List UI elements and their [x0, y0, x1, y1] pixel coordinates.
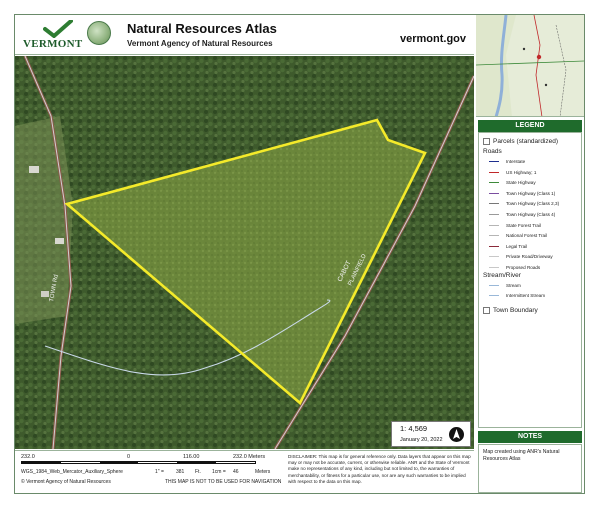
legend-item: State Forest Trail	[489, 223, 541, 228]
legend-item: Stream	[489, 283, 521, 288]
site-link[interactable]: vermont.gov	[400, 33, 466, 45]
projection-label: WGS_1984_Web_Mercator_Auxiliary_Sphere	[21, 469, 123, 475]
legend-item-label: National Forest Trail	[506, 233, 548, 239]
legend-stream-heading: Stream/River	[483, 272, 521, 279]
legend-item-label: Town Highway (Class 4)	[506, 212, 556, 217]
scale-tick: 232.0	[21, 454, 35, 460]
legend-item-label: State Highway	[506, 180, 536, 186]
legend-item: US Highway; 1	[489, 170, 536, 175]
legend: Parcels (standardized) Roads Interstate U…	[478, 132, 582, 428]
legend-title: LEGEND	[478, 120, 582, 132]
logo-text: VERMONT	[23, 38, 83, 50]
navigation-warning: THIS MAP IS NOT TO BE USED FOR NAVIGATIO…	[165, 479, 282, 485]
legend-item: National Forest Trail	[489, 233, 547, 238]
aerial-imagery: TOWN Rd CABOT PLAINFIELD	[15, 56, 474, 449]
legend-item-label: Town Highway (Class 1)	[506, 190, 556, 196]
line-symbol-icon	[489, 295, 499, 296]
checkmark-icon	[43, 20, 73, 38]
locator-map	[476, 15, 584, 117]
scale-tick: 232.0 Meters	[233, 454, 266, 460]
line-symbol-icon	[489, 182, 499, 184]
legend-item: Proposed Roads	[489, 265, 540, 270]
legend-item: Legal Trail	[489, 244, 527, 249]
scale-tick: 0	[127, 454, 131, 460]
legend-parcels: Parcels (standardized)	[483, 138, 558, 145]
legend-item: Private Road/Driveway	[489, 254, 553, 259]
legend-item-label: Private Road/Driveway	[506, 254, 553, 260]
parcel-swatch	[483, 138, 490, 145]
notes-title: NOTES	[478, 431, 582, 443]
agency-seal-icon	[87, 21, 111, 45]
line-symbol-icon	[489, 203, 499, 205]
vermont-logo: VERMONT	[21, 20, 113, 52]
legend-item-label: Stream	[506, 283, 521, 288]
legend-item: Town Highway (Class 1)	[489, 191, 555, 196]
disclaimer: DISCLAIMER: This map is for general refe…	[288, 454, 471, 484]
line-symbol-icon	[489, 285, 499, 286]
map-date: January 20, 2022	[400, 437, 443, 443]
legend-roads-heading: Roads	[483, 148, 502, 155]
legend-item: Town Highway (Class 2,3)	[489, 201, 559, 206]
line-symbol-icon	[489, 235, 499, 237]
notes-text: Map created using ANR's Natural Resource…	[478, 444, 582, 493]
legend-town-boundary: Town Boundary	[483, 307, 538, 314]
line-symbol-icon	[489, 192, 499, 194]
header: VERMONT Natural Resources Atlas Vermont …	[15, 15, 474, 55]
map-footer: 232.0 0 116.00 232.0 Meters WGS_1984_Web…	[15, 450, 474, 493]
line-symbol-icon	[489, 245, 499, 247]
line-symbol-icon	[489, 224, 499, 226]
scale-bar	[21, 461, 256, 464]
legend-item: State Highway	[489, 180, 536, 185]
legend-item-label: Interstate	[506, 159, 526, 164]
map-view[interactable]: TOWN Rd CABOT PLAINFIELD	[15, 56, 474, 449]
line-symbol-icon	[489, 214, 499, 215]
line-symbol-icon	[489, 256, 499, 258]
town-boundary-swatch	[483, 307, 490, 314]
legend-item-label: State Forest Trail	[506, 222, 541, 228]
legend-item-label: Town Highway (Class 2,3)	[506, 201, 560, 207]
legend-item: Intermittent Stream	[489, 293, 545, 298]
copyright: © Vermont Agency of Natural Resources	[21, 479, 111, 485]
north-arrow-icon	[449, 427, 464, 442]
legend-item-label: Intermittent Stream	[506, 293, 546, 298]
legend-item-label: Proposed Roads	[506, 265, 541, 270]
legend-item: Town Highway (Class 4)	[489, 212, 555, 217]
line-symbol-icon	[489, 171, 499, 173]
legend-item-label: Legal Trail	[506, 243, 528, 249]
locator-map-image	[476, 15, 584, 116]
scale-ratio: 1: 4,569	[400, 424, 428, 433]
page-subtitle: Vermont Agency of Natural Resources	[127, 39, 273, 48]
line-symbol-icon	[489, 161, 499, 162]
legend-item-label: US Highway; 1	[506, 169, 537, 175]
scale-tick: 116.00	[183, 454, 200, 460]
page-title: Natural Resources Atlas	[127, 21, 277, 36]
scale-ratio-box: 1: 4,569 January 20, 2022	[391, 421, 471, 447]
line-symbol-icon	[489, 267, 499, 268]
legend-item: Interstate	[489, 159, 525, 164]
